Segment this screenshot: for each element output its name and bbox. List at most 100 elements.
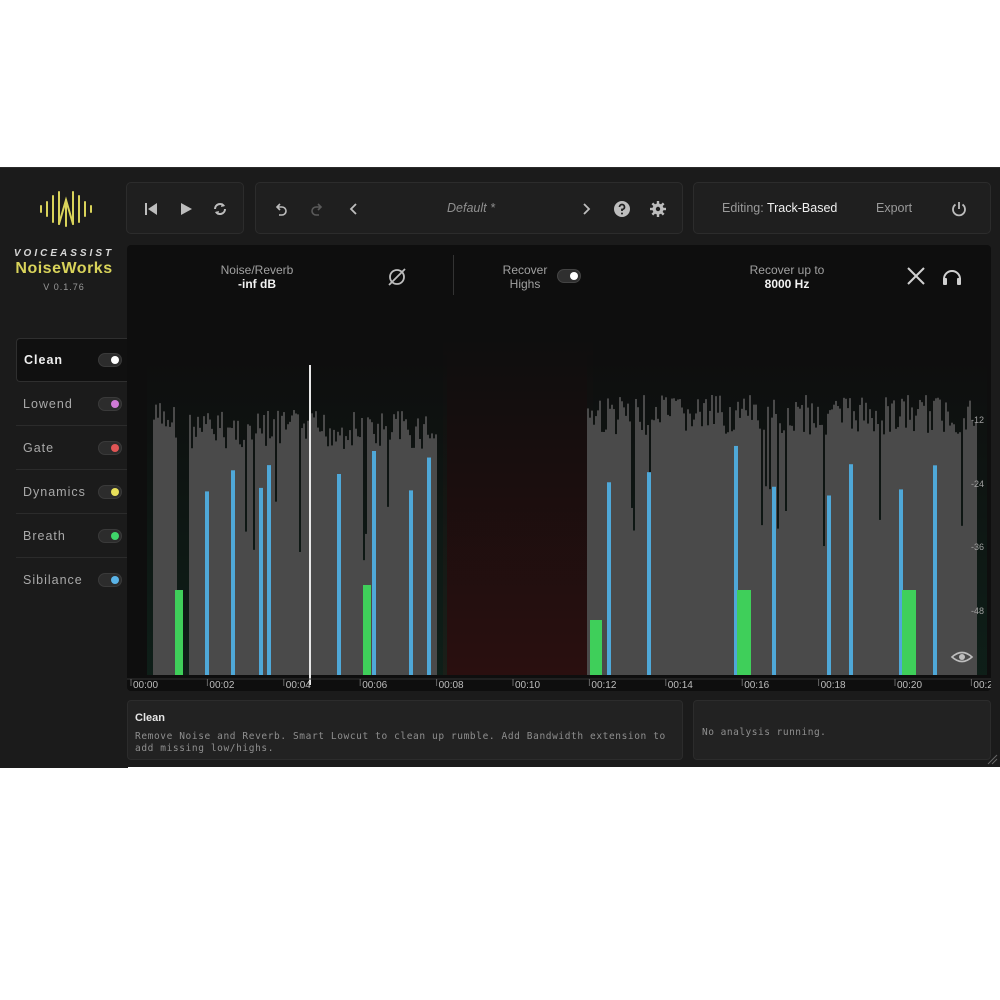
- waveform-bar: [705, 399, 707, 675]
- waveform-bar: [777, 528, 779, 675]
- waveform-bar: [707, 425, 709, 675]
- waveform-bar: [271, 436, 273, 675]
- waveform-bar: [347, 440, 349, 675]
- waveform-bar: [867, 423, 869, 675]
- undo-icon[interactable]: [272, 199, 292, 219]
- waveform-bar: [791, 425, 793, 675]
- waveform-bar: [675, 400, 677, 675]
- module-list: Clean Lowend Gate Dynamics Breath Sibila…: [16, 338, 128, 602]
- waveform-bar: [663, 399, 665, 675]
- waveform-bar: [653, 420, 655, 675]
- waveform-bar: [235, 439, 237, 675]
- module-toggle[interactable]: [98, 440, 122, 455]
- skip-back-icon[interactable]: [141, 199, 161, 219]
- waveform-bar: [247, 424, 249, 675]
- module-toggle[interactable]: [98, 353, 122, 367]
- play-icon[interactable]: [176, 199, 196, 219]
- module-lowend[interactable]: Lowend: [16, 382, 128, 426]
- timeline-label: 00:14: [668, 680, 693, 691]
- waveform-bar: [897, 427, 899, 675]
- breath-marker: [175, 590, 183, 675]
- waveform-bar: [283, 412, 285, 675]
- module-toggle[interactable]: [98, 396, 122, 411]
- brand-company: VOICEASSIST: [13, 248, 115, 259]
- phase-invert-icon[interactable]: [386, 266, 408, 288]
- waveform-bar: [395, 418, 397, 675]
- sibilance-marker: [337, 473, 341, 675]
- waveform-bar: [767, 406, 769, 675]
- waveform-bar: [865, 402, 867, 675]
- waveform-bar: [927, 432, 929, 675]
- waveform-bar: [803, 431, 805, 675]
- waveform-bar: [681, 407, 683, 675]
- waveform-bar: [615, 434, 617, 675]
- waveform-bar: [307, 420, 309, 675]
- waveform-bar: [333, 429, 335, 675]
- power-icon[interactable]: [949, 199, 969, 219]
- module-gate[interactable]: Gate: [16, 426, 128, 470]
- waveform-bar: [195, 436, 197, 675]
- waveform-display[interactable]: -12 -24 -36 -48 00:00 00:02 00:04 00:06 00:0…: [127, 245, 991, 691]
- noise-reverb-value[interactable]: -inf dB: [197, 277, 317, 291]
- waveform-bar: [853, 411, 855, 675]
- waveform-bar: [731, 431, 733, 675]
- redo-icon[interactable]: [306, 199, 326, 219]
- waveform-bar: [755, 404, 757, 675]
- waveform-bar: [393, 414, 395, 675]
- timeline[interactable]: 00:00 00:02 00:04 00:06 00:08 00:10 00:12 00:14…: [130, 679, 991, 691]
- waveform-canvas[interactable]: -12 -24 -36 -48 00:00 00:02 00:04 00:06 00:0…: [127, 245, 991, 691]
- export-button[interactable]: Export: [876, 201, 912, 215]
- waveform-bar: [623, 407, 625, 675]
- waveform-bar: [405, 419, 407, 675]
- waveform-bar: [159, 403, 161, 675]
- waveform-bar: [875, 410, 877, 675]
- prev-preset-icon[interactable]: [344, 199, 364, 219]
- waveform-bar: [945, 402, 947, 675]
- module-breath[interactable]: Breath: [16, 514, 128, 558]
- waveform-bar: [189, 414, 191, 675]
- waveform-bar: [325, 436, 327, 675]
- waveform-bar: [871, 418, 873, 675]
- waveform-bar: [289, 421, 291, 675]
- waveform-bar: [715, 396, 717, 675]
- waveform-bar: [605, 429, 607, 675]
- module-sibilance[interactable]: Sibilance: [16, 558, 128, 602]
- waveform-bar: [331, 445, 333, 675]
- waveform-bar: [171, 422, 173, 675]
- waveform-bar: [643, 395, 645, 675]
- waveform-bar: [679, 399, 681, 675]
- loop-icon[interactable]: [210, 199, 230, 219]
- resize-grip-icon[interactable]: [986, 753, 998, 765]
- waveform-bar: [825, 434, 827, 675]
- close-icon[interactable]: [905, 265, 927, 287]
- editing-mode[interactable]: Editing: Track-Based: [722, 201, 837, 215]
- waveform-bar: [969, 400, 971, 675]
- waveform-bar: [225, 448, 227, 675]
- header-divider: [453, 255, 454, 295]
- settings-icon[interactable]: [648, 199, 668, 219]
- next-preset-icon[interactable]: [576, 199, 596, 219]
- waveform-bar: [197, 416, 199, 675]
- module-clean[interactable]: Clean: [16, 338, 128, 382]
- waveform-bar: [293, 410, 295, 675]
- editing-value: Track-Based: [766, 201, 838, 215]
- headphones-icon[interactable]: [941, 265, 963, 287]
- recover-highs-toggle[interactable]: [557, 269, 581, 283]
- module-toggle[interactable]: [98, 573, 122, 587]
- waveform-bar: [323, 414, 325, 675]
- sibilance-marker: [827, 495, 831, 675]
- waveform-bar: [785, 510, 787, 675]
- waveform-bar: [403, 421, 405, 675]
- recover-upto-value[interactable]: 8000 Hz: [727, 277, 847, 291]
- waveform-bar: [277, 410, 279, 675]
- waveform-bar: [387, 506, 389, 675]
- help-icon[interactable]: [612, 199, 632, 219]
- module-toggle[interactable]: [98, 484, 122, 499]
- module-dynamics[interactable]: Dynamics: [16, 470, 128, 514]
- waveform-bar: [359, 437, 361, 675]
- module-toggle[interactable]: [98, 528, 122, 543]
- waveform-bar: [841, 422, 843, 675]
- waveform-bar: [953, 424, 955, 675]
- preset-name[interactable]: Default *: [386, 201, 556, 215]
- waveform-bar: [753, 404, 755, 675]
